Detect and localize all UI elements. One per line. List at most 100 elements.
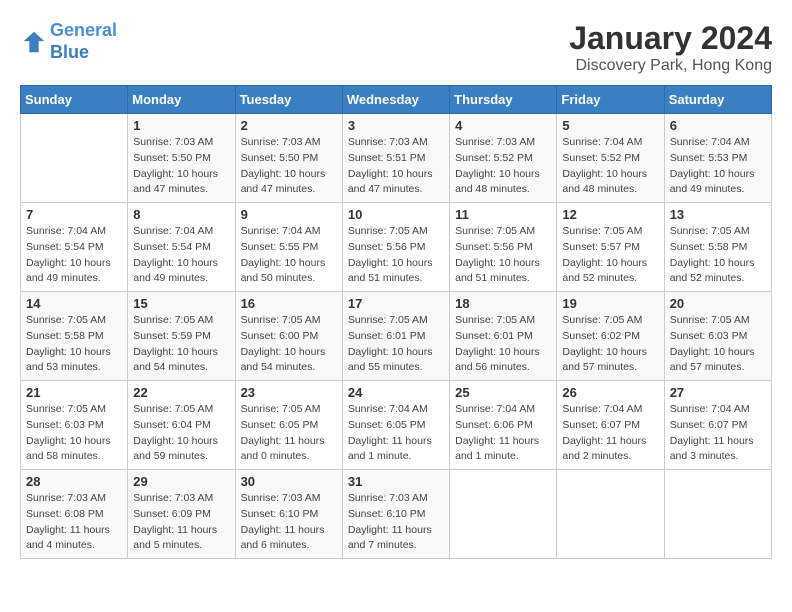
calendar-cell: 8 Sunrise: 7:04 AMSunset: 5:54 PMDaylight… <box>128 203 235 292</box>
calendar-cell: 21 Sunrise: 7:05 AMSunset: 6:03 PMDayligh… <box>21 381 128 470</box>
day-number: 31 <box>348 474 444 489</box>
day-header-friday: Friday <box>557 86 664 114</box>
day-number: 3 <box>348 118 444 133</box>
calendar-cell: 10 Sunrise: 7:05 AMSunset: 5:56 PMDayligh… <box>342 203 449 292</box>
day-detail: Sunrise: 7:04 AMSunset: 5:54 PMDaylight:… <box>26 224 122 287</box>
day-detail: Sunrise: 7:05 AMSunset: 5:58 PMDaylight:… <box>26 313 122 376</box>
calendar-table: SundayMondayTuesdayWednesdayThursdayFrid… <box>20 85 772 559</box>
day-detail: Sunrise: 7:05 AMSunset: 6:03 PMDaylight:… <box>26 402 122 465</box>
day-detail: Sunrise: 7:05 AMSunset: 5:56 PMDaylight:… <box>348 224 444 287</box>
day-detail: Sunrise: 7:03 AMSunset: 5:50 PMDaylight:… <box>241 135 337 198</box>
day-detail: Sunrise: 7:05 AMSunset: 5:58 PMDaylight:… <box>670 224 766 287</box>
calendar-week-row: 14 Sunrise: 7:05 AMSunset: 5:58 PMDayligh… <box>21 292 772 381</box>
day-number: 18 <box>455 296 551 311</box>
day-detail: Sunrise: 7:03 AMSunset: 6:10 PMDaylight:… <box>241 491 337 554</box>
logo: General Blue <box>20 20 117 63</box>
day-number: 14 <box>26 296 122 311</box>
calendar-cell: 3 Sunrise: 7:03 AMSunset: 5:51 PMDaylight… <box>342 114 449 203</box>
day-detail: Sunrise: 7:05 AMSunset: 5:59 PMDaylight:… <box>133 313 229 376</box>
calendar-cell: 7 Sunrise: 7:04 AMSunset: 5:54 PMDaylight… <box>21 203 128 292</box>
day-number: 5 <box>562 118 658 133</box>
calendar-week-row: 28Sunrise: 7:03 AMSunset: 6:08 PMDayligh… <box>21 470 772 559</box>
calendar-cell: 28Sunrise: 7:03 AMSunset: 6:08 PMDayligh… <box>21 470 128 559</box>
calendar-cell: 15 Sunrise: 7:05 AMSunset: 5:59 PMDayligh… <box>128 292 235 381</box>
day-number: 25 <box>455 385 551 400</box>
day-number: 24 <box>348 385 444 400</box>
calendar-cell: 6 Sunrise: 7:04 AMSunset: 5:53 PMDaylight… <box>664 114 771 203</box>
day-number: 1 <box>133 118 229 133</box>
day-detail: Sunrise: 7:05 AMSunset: 6:05 PMDaylight:… <box>241 402 337 465</box>
day-detail: Sunrise: 7:03 AMSunset: 5:52 PMDaylight:… <box>455 135 551 198</box>
calendar-cell: 2 Sunrise: 7:03 AMSunset: 5:50 PMDaylight… <box>235 114 342 203</box>
day-number: 29 <box>133 474 229 489</box>
day-detail: Sunrise: 7:05 AMSunset: 6:02 PMDaylight:… <box>562 313 658 376</box>
day-number: 27 <box>670 385 766 400</box>
calendar-cell: 12Sunrise: 7:05 AMSunset: 5:57 PMDayligh… <box>557 203 664 292</box>
day-header-wednesday: Wednesday <box>342 86 449 114</box>
day-number: 6 <box>670 118 766 133</box>
title-section: January 2024 Discovery Park, Hong Kong <box>569 20 772 75</box>
day-detail: Sunrise: 7:05 AMSunset: 6:01 PMDaylight:… <box>455 313 551 376</box>
calendar-cell: 22 Sunrise: 7:05 AMSunset: 6:04 PMDayligh… <box>128 381 235 470</box>
calendar-cell: 24 Sunrise: 7:04 AMSunset: 6:05 PMDayligh… <box>342 381 449 470</box>
logo-icon <box>20 28 48 56</box>
day-number: 8 <box>133 207 229 222</box>
day-number: 2 <box>241 118 337 133</box>
calendar-cell: 26Sunrise: 7:04 AMSunset: 6:07 PMDayligh… <box>557 381 664 470</box>
day-header-sunday: Sunday <box>21 86 128 114</box>
calendar-cell: 9 Sunrise: 7:04 AMSunset: 5:55 PMDaylight… <box>235 203 342 292</box>
day-detail: Sunrise: 7:04 AMSunset: 6:05 PMDaylight:… <box>348 402 444 465</box>
day-detail: Sunrise: 7:04 AMSunset: 5:52 PMDaylight:… <box>562 135 658 198</box>
day-number: 11 <box>455 207 551 222</box>
day-number: 7 <box>26 207 122 222</box>
day-detail: Sunrise: 7:03 AMSunset: 5:51 PMDaylight:… <box>348 135 444 198</box>
day-detail: Sunrise: 7:05 AMSunset: 6:03 PMDaylight:… <box>670 313 766 376</box>
calendar-subtitle: Discovery Park, Hong Kong <box>569 57 772 75</box>
calendar-week-row: 7 Sunrise: 7:04 AMSunset: 5:54 PMDaylight… <box>21 203 772 292</box>
day-detail: Sunrise: 7:03 AMSunset: 5:50 PMDaylight:… <box>133 135 229 198</box>
day-number: 16 <box>241 296 337 311</box>
day-header-saturday: Saturday <box>664 86 771 114</box>
day-detail: Sunrise: 7:04 AMSunset: 6:06 PMDaylight:… <box>455 402 551 465</box>
calendar-week-row: 1 Sunrise: 7:03 AMSunset: 5:50 PMDaylight… <box>21 114 772 203</box>
logo-line2: Blue <box>50 42 89 62</box>
calendar-cell: 30Sunrise: 7:03 AMSunset: 6:10 PMDayligh… <box>235 470 342 559</box>
day-detail: Sunrise: 7:04 AMSunset: 5:55 PMDaylight:… <box>241 224 337 287</box>
day-header-tuesday: Tuesday <box>235 86 342 114</box>
day-number: 4 <box>455 118 551 133</box>
calendar-cell: 20Sunrise: 7:05 AMSunset: 6:03 PMDayligh… <box>664 292 771 381</box>
day-detail: Sunrise: 7:04 AMSunset: 6:07 PMDaylight:… <box>562 402 658 465</box>
calendar-cell <box>664 470 771 559</box>
logo-line1: General <box>50 20 117 40</box>
day-number: 10 <box>348 207 444 222</box>
day-number: 22 <box>133 385 229 400</box>
day-detail: Sunrise: 7:04 AMSunset: 5:53 PMDaylight:… <box>670 135 766 198</box>
calendar-cell: 27Sunrise: 7:04 AMSunset: 6:07 PMDayligh… <box>664 381 771 470</box>
day-number: 23 <box>241 385 337 400</box>
calendar-cell: 16Sunrise: 7:05 AMSunset: 6:00 PMDayligh… <box>235 292 342 381</box>
calendar-cell: 5 Sunrise: 7:04 AMSunset: 5:52 PMDaylight… <box>557 114 664 203</box>
calendar-cell <box>21 114 128 203</box>
calendar-cell: 1 Sunrise: 7:03 AMSunset: 5:50 PMDaylight… <box>128 114 235 203</box>
day-number: 12 <box>562 207 658 222</box>
calendar-cell: 31 Sunrise: 7:03 AMSunset: 6:10 PMDayligh… <box>342 470 449 559</box>
day-number: 9 <box>241 207 337 222</box>
calendar-cell: 25 Sunrise: 7:04 AMSunset: 6:06 PMDayligh… <box>450 381 557 470</box>
calendar-cell: 18 Sunrise: 7:05 AMSunset: 6:01 PMDayligh… <box>450 292 557 381</box>
calendar-cell: 19Sunrise: 7:05 AMSunset: 6:02 PMDayligh… <box>557 292 664 381</box>
day-number: 15 <box>133 296 229 311</box>
day-detail: Sunrise: 7:03 AMSunset: 6:10 PMDaylight:… <box>348 491 444 554</box>
day-detail: Sunrise: 7:03 AMSunset: 6:09 PMDaylight:… <box>133 491 229 554</box>
page-header: General Blue January 2024 Discovery Park… <box>20 20 772 75</box>
day-detail: Sunrise: 7:05 AMSunset: 6:04 PMDaylight:… <box>133 402 229 465</box>
day-number: 17 <box>348 296 444 311</box>
calendar-cell: 29 Sunrise: 7:03 AMSunset: 6:09 PMDayligh… <box>128 470 235 559</box>
day-number: 21 <box>26 385 122 400</box>
calendar-cell <box>557 470 664 559</box>
day-detail: Sunrise: 7:05 AMSunset: 6:01 PMDaylight:… <box>348 313 444 376</box>
logo-text: General Blue <box>50 20 117 63</box>
day-detail: Sunrise: 7:04 AMSunset: 5:54 PMDaylight:… <box>133 224 229 287</box>
day-header-thursday: Thursday <box>450 86 557 114</box>
calendar-week-row: 21 Sunrise: 7:05 AMSunset: 6:03 PMDayligh… <box>21 381 772 470</box>
calendar-cell: 17 Sunrise: 7:05 AMSunset: 6:01 PMDayligh… <box>342 292 449 381</box>
